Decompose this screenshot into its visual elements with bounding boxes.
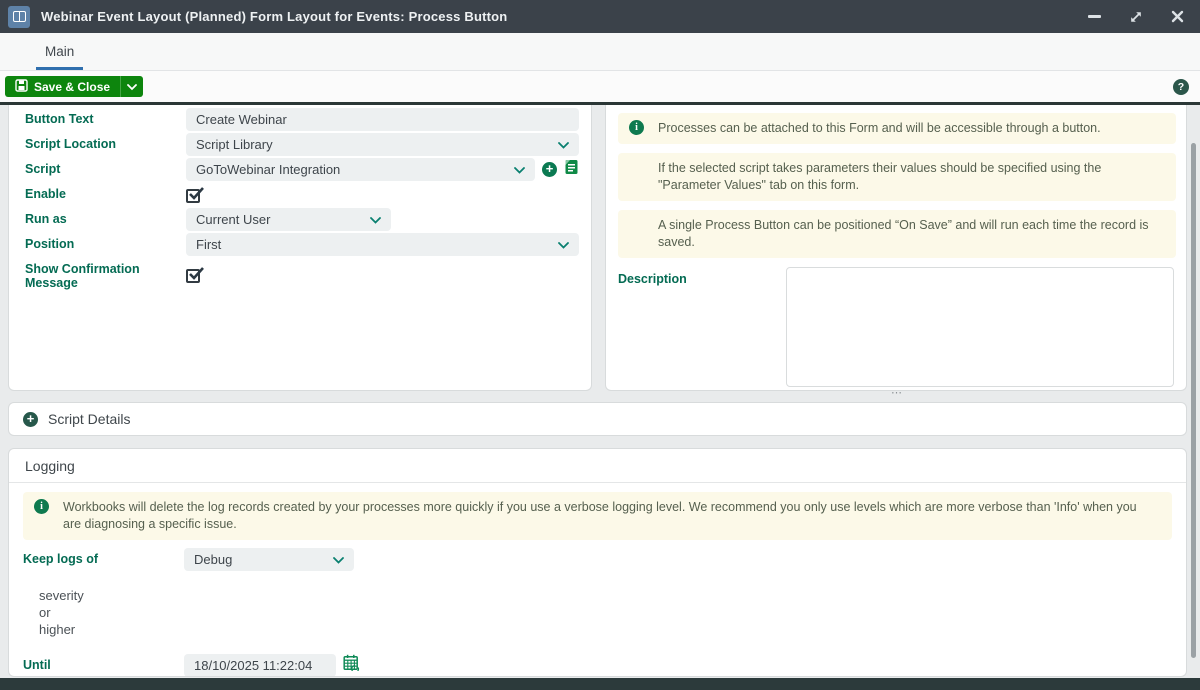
form-row: Run as Current User — [25, 207, 579, 231]
script-label: Script — [25, 157, 186, 181]
form-row: Script GoToWebinar Integration + — [25, 157, 579, 181]
tab-strip: Main — [0, 33, 1200, 71]
window-titlebar: Webinar Event Layout (Planned) Form Layo… — [0, 0, 1200, 33]
form-row: Show Confirmation Message — [25, 257, 579, 290]
window-bottom-edge — [0, 678, 1200, 690]
script-select[interactable]: GoToWebinar Integration — [186, 158, 535, 181]
info-icon: i — [629, 120, 644, 135]
toolbar: Save & Close ? — [0, 71, 1200, 102]
form-row: Until 18/10/2025 11:22:04 — [23, 653, 1172, 677]
logging-info-note: i Workbooks will delete the log records … — [23, 492, 1172, 540]
chevron-down-icon — [370, 212, 381, 227]
save-options-dropdown-button[interactable] — [120, 76, 143, 97]
window-layout-icon — [8, 6, 30, 28]
logging-title: Logging — [25, 458, 1170, 474]
process-info-panel: i Processes can be attached to this Form… — [605, 105, 1187, 391]
description-label: Description — [618, 267, 786, 387]
expand-plus-icon[interactable]: + — [23, 412, 38, 427]
close-icon[interactable] — [1171, 10, 1184, 23]
info-icon: i — [34, 499, 49, 514]
run-as-select[interactable]: Current User — [186, 208, 391, 231]
save-close-label: Save & Close — [34, 80, 110, 94]
chevron-down-icon — [558, 237, 569, 252]
main-content: Button Text Create Webinar Script Locati… — [0, 105, 1200, 678]
process-button-form-panel: Button Text Create Webinar Script Locati… — [8, 105, 592, 391]
script-location-label: Script Location — [25, 132, 186, 156]
enable-label: Enable — [25, 182, 186, 206]
description-textarea[interactable] — [786, 267, 1174, 387]
help-icon[interactable]: ? — [1173, 79, 1189, 95]
form-row: Position First — [25, 232, 579, 256]
window-title: Webinar Event Layout (Planned) Form Layo… — [41, 9, 507, 24]
script-details-title: Script Details — [48, 411, 130, 427]
plus-circle-icon: + — [542, 162, 557, 177]
enable-checkbox[interactable] — [186, 189, 200, 203]
form-row: Description — [618, 267, 1176, 387]
calendar-icon — [343, 654, 360, 676]
document-icon — [564, 159, 579, 180]
chevron-down-icon — [127, 78, 137, 96]
show-confirmation-label: Show Confirmation Message — [25, 257, 186, 290]
form-row: Keep logs of Debug — [23, 547, 1172, 571]
show-confirmation-checkbox[interactable] — [186, 269, 200, 283]
until-datetime-input[interactable]: 18/10/2025 11:22:04 — [184, 654, 336, 677]
info-note: If the selected script takes parameters … — [618, 153, 1176, 201]
save-icon — [15, 79, 28, 95]
calendar-picker-button[interactable] — [343, 654, 360, 676]
save-close-button[interactable]: Save & Close — [5, 76, 120, 97]
form-row: Script Location Script Library — [25, 132, 579, 156]
maximize-icon[interactable] — [1129, 10, 1143, 24]
button-text-label: Button Text — [25, 107, 186, 131]
run-as-label: Run as — [25, 207, 186, 231]
vertical-scrollbar[interactable] — [1191, 143, 1196, 658]
tab-main[interactable]: Main — [36, 33, 83, 70]
form-row: Enable — [25, 182, 579, 206]
script-location-select[interactable]: Script Library — [186, 133, 579, 156]
button-text-input[interactable]: Create Webinar — [186, 108, 579, 131]
position-select[interactable]: First — [186, 233, 579, 256]
severity-note: severity or higher — [39, 587, 1172, 638]
logging-section: Logging i Workbooks will delete the log … — [8, 448, 1187, 677]
save-close-split-button: Save & Close — [5, 76, 143, 97]
chevron-down-icon — [514, 162, 525, 177]
textarea-resize-handle[interactable]: ⋯ — [618, 388, 1176, 398]
info-note: A single Process Button can be positione… — [618, 210, 1176, 258]
open-script-document-button[interactable] — [564, 159, 579, 180]
until-label: Until — [23, 653, 184, 677]
chevron-down-icon — [558, 137, 569, 152]
form-row: Button Text Create Webinar — [25, 107, 579, 131]
position-label: Position — [25, 232, 186, 256]
info-note: i Processes can be attached to this Form… — [618, 113, 1176, 144]
keep-logs-of-select[interactable]: Debug — [184, 548, 354, 571]
minimize-button[interactable] — [1088, 15, 1101, 18]
logging-header: Logging — [9, 449, 1186, 483]
script-details-section[interactable]: + Script Details — [8, 402, 1187, 436]
add-script-button[interactable]: + — [542, 162, 557, 177]
chevron-down-icon — [333, 552, 344, 567]
keep-logs-of-label: Keep logs of — [23, 547, 184, 571]
